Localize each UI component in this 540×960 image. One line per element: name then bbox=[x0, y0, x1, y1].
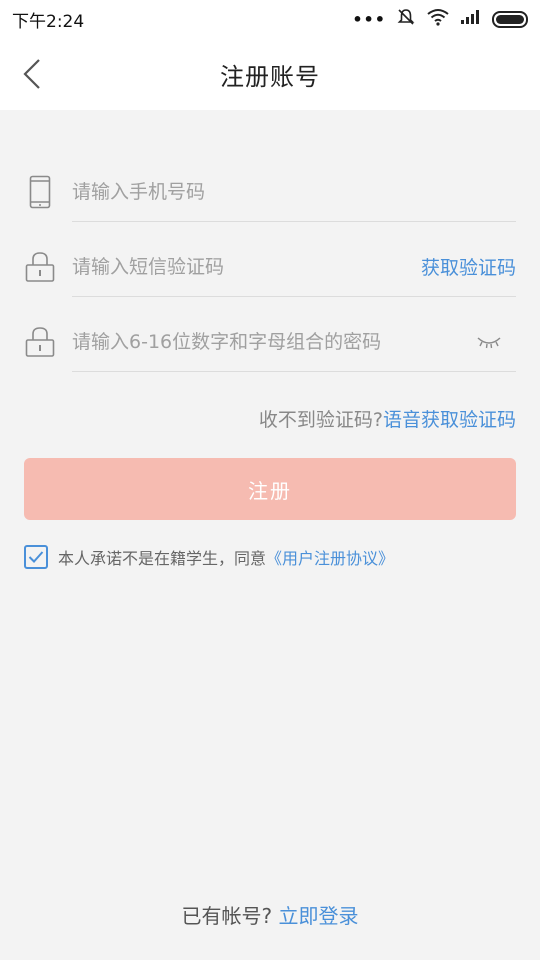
voice-code-prompt: 收不到验证码? bbox=[258, 409, 383, 431]
divider bbox=[72, 296, 516, 297]
password-input[interactable] bbox=[72, 318, 452, 366]
signal-icon bbox=[460, 9, 482, 30]
get-code-button[interactable]: 获取验证码 bbox=[421, 253, 516, 280]
login-prompt: 已有帐号? bbox=[181, 904, 273, 928]
divider bbox=[72, 221, 516, 222]
page-title: 注册账号 bbox=[220, 62, 320, 91]
agreement-row: 本人承诺不是在籍学生，同意 《用户注册协议》 bbox=[24, 545, 394, 569]
phone-icon bbox=[24, 174, 56, 210]
status-bar: 下午2:24 ••• bbox=[0, 0, 540, 38]
login-link[interactable]: 立即登录 bbox=[278, 904, 358, 928]
register-button[interactable]: 注册 bbox=[24, 458, 516, 520]
mute-icon bbox=[396, 7, 416, 32]
wifi-icon bbox=[426, 8, 450, 31]
chevron-left-icon bbox=[23, 59, 40, 89]
agree-text: 本人承诺不是在籍学生，同意 bbox=[58, 549, 267, 568]
agreement-link[interactable]: 《用户注册协议》 bbox=[266, 545, 394, 569]
agree-checkbox[interactable] bbox=[24, 545, 48, 569]
back-button[interactable] bbox=[14, 56, 50, 92]
sms-code-field: 获取验证码 bbox=[24, 237, 516, 297]
phone-field bbox=[24, 162, 516, 222]
sms-code-input[interactable] bbox=[72, 243, 392, 291]
login-row: 已有帐号? 立即登录 bbox=[0, 900, 540, 929]
eye-closed-icon bbox=[477, 337, 501, 349]
check-icon bbox=[28, 551, 44, 563]
voice-code-row: 收不到验证码?语音获取验证码 bbox=[259, 405, 516, 432]
header: 注册账号 bbox=[0, 38, 540, 110]
divider bbox=[72, 371, 516, 372]
voice-code-link[interactable]: 语音获取验证码 bbox=[383, 409, 516, 431]
lock-icon bbox=[24, 249, 56, 285]
status-time: 下午2:24 bbox=[12, 11, 85, 32]
more-dots-icon: ••• bbox=[352, 9, 386, 29]
password-field bbox=[24, 312, 516, 372]
status-icons: ••• bbox=[352, 7, 528, 32]
password-visibility-toggle[interactable] bbox=[476, 330, 502, 354]
phone-input[interactable] bbox=[72, 168, 392, 216]
battery-icon bbox=[492, 10, 528, 28]
lock-icon bbox=[24, 324, 56, 360]
